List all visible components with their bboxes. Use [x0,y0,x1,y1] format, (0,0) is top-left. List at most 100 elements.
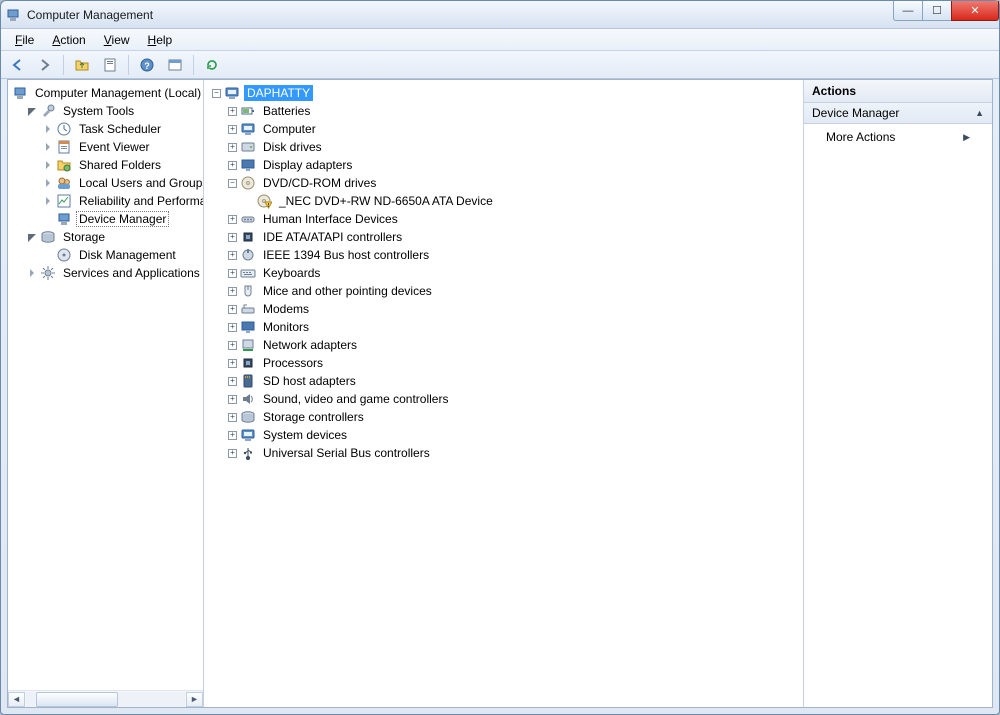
dev-usb[interactable]: Universal Serial Bus controllers [206,444,803,462]
tree-device-manager[interactable]: Device Manager [10,210,203,228]
expander-icon[interactable] [28,107,37,116]
menubar: File Action View Help [1,29,999,51]
left-hscrollbar[interactable]: ◄ ► [8,690,203,707]
mouse-icon [240,283,256,299]
dev-mice[interactable]: Mice and other pointing devices [206,282,803,300]
chip-icon [240,229,256,245]
dev-storagectl[interactable]: Storage controllers [206,408,803,426]
tree-event-viewer[interactable]: Event Viewer [10,138,203,156]
sound-icon [240,391,256,407]
expander-icon[interactable] [44,179,53,188]
dev-hid[interactable]: Human Interface Devices [206,210,803,228]
scroll-track[interactable] [26,692,185,707]
menu-file[interactable]: File [7,31,42,49]
console-tree[interactable]: Computer Management (Local) System Tools… [8,80,203,690]
computer-icon [224,85,240,101]
actions-group[interactable]: Device Manager ▲ [804,103,992,124]
menu-view[interactable]: View [96,31,138,49]
tree-local-users[interactable]: Local Users and Groups [10,174,203,192]
expander-icon[interactable] [228,413,237,422]
tree-shared-folders[interactable]: Shared Folders [10,156,203,174]
keyboard-icon [240,265,256,281]
expander-icon[interactable] [228,107,237,116]
device-tree-panel: DAPHATTY Batteries Computer Disk drives … [204,80,804,707]
up-button[interactable] [70,54,94,76]
expander-icon[interactable] [44,161,53,170]
scroll-thumb[interactable] [36,692,118,707]
scroll-right-button[interactable]: ► [186,692,203,707]
scroll-left-button[interactable]: ◄ [8,692,25,707]
expander-icon[interactable] [28,269,37,278]
dev-1394[interactable]: IEEE 1394 Bus host controllers [206,246,803,264]
dev-computer[interactable]: Computer [206,120,803,138]
dev-dvd[interactable]: DVD/CD-ROM drives [206,174,803,192]
help-button[interactable] [135,54,159,76]
expander-icon[interactable] [228,377,237,386]
minimize-button[interactable]: — [893,1,923,21]
disk-icon [56,247,72,263]
expander-icon[interactable] [228,287,237,296]
menu-help[interactable]: Help [140,31,181,49]
dev-keyboards[interactable]: Keyboards [206,264,803,282]
expander-icon[interactable] [228,233,237,242]
dev-dvd-device[interactable]: _NEC DVD+-RW ND-6650A ATA Device [206,192,803,210]
storage-icon [40,229,56,245]
dev-sdhost[interactable]: SD host adapters [206,372,803,390]
dev-monitors[interactable]: Monitors [206,318,803,336]
menu-action[interactable]: Action [44,31,93,49]
collapse-icon[interactable]: ▲ [975,108,984,118]
tree-services-apps[interactable]: Services and Applications [10,264,203,282]
expander-icon[interactable] [228,323,237,332]
dev-sound[interactable]: Sound, video and game controllers [206,390,803,408]
expander-icon[interactable] [228,305,237,314]
dev-ide[interactable]: IDE ATA/ATAPI controllers [206,228,803,246]
expander-icon[interactable] [228,341,237,350]
expander-icon[interactable] [228,215,237,224]
dev-disk-drives[interactable]: Disk drives [206,138,803,156]
action-more[interactable]: More Actions ▶ [804,124,992,150]
tree-root-label: Computer Management (Local) [32,85,203,101]
tree-reliability[interactable]: Reliability and Performance [10,192,203,210]
dev-system[interactable]: System devices [206,426,803,444]
titlebar[interactable]: Computer Management — ☐ ✕ [1,1,999,29]
expander-icon[interactable] [28,233,37,242]
expander-icon[interactable] [228,179,237,188]
tree-disk-management[interactable]: Disk Management [10,246,203,264]
expander-icon[interactable] [228,125,237,134]
maximize-button[interactable]: ☐ [922,1,952,21]
refresh-button[interactable] [200,54,224,76]
expander-icon[interactable] [228,143,237,152]
computer-icon [240,121,256,137]
drive-icon [240,139,256,155]
expander-icon[interactable] [228,251,237,260]
nav-back-button[interactable] [5,54,29,76]
expander-icon[interactable] [212,89,221,98]
tree-system-tools[interactable]: System Tools [10,102,203,120]
devmgr-icon [56,211,72,227]
expander-icon[interactable] [228,449,237,458]
expander-icon[interactable] [44,197,53,206]
expander-icon[interactable] [228,431,237,440]
properties-button[interactable] [98,54,122,76]
window-title: Computer Management [27,8,153,22]
tree-task-scheduler[interactable]: Task Scheduler [10,120,203,138]
dev-batteries[interactable]: Batteries [206,102,803,120]
tree-root[interactable]: Computer Management (Local) [10,84,203,102]
dev-root[interactable]: DAPHATTY [206,84,803,102]
expander-icon[interactable] [44,143,53,152]
close-button[interactable]: ✕ [951,1,999,21]
tree-storage[interactable]: Storage [10,228,203,246]
expander-icon[interactable] [228,269,237,278]
dev-network[interactable]: Network adapters [206,336,803,354]
nav-forward-button[interactable] [33,54,57,76]
expander-icon[interactable] [44,125,53,134]
view-button[interactable] [163,54,187,76]
dev-modems[interactable]: Modems [206,300,803,318]
expander-icon[interactable] [228,395,237,404]
device-tree[interactable]: DAPHATTY Batteries Computer Disk drives … [204,80,803,707]
dev-display[interactable]: Display adapters [206,156,803,174]
submenu-icon: ▶ [963,132,970,143]
dev-processors[interactable]: Processors [206,354,803,372]
expander-icon[interactable] [228,161,237,170]
expander-icon[interactable] [228,359,237,368]
